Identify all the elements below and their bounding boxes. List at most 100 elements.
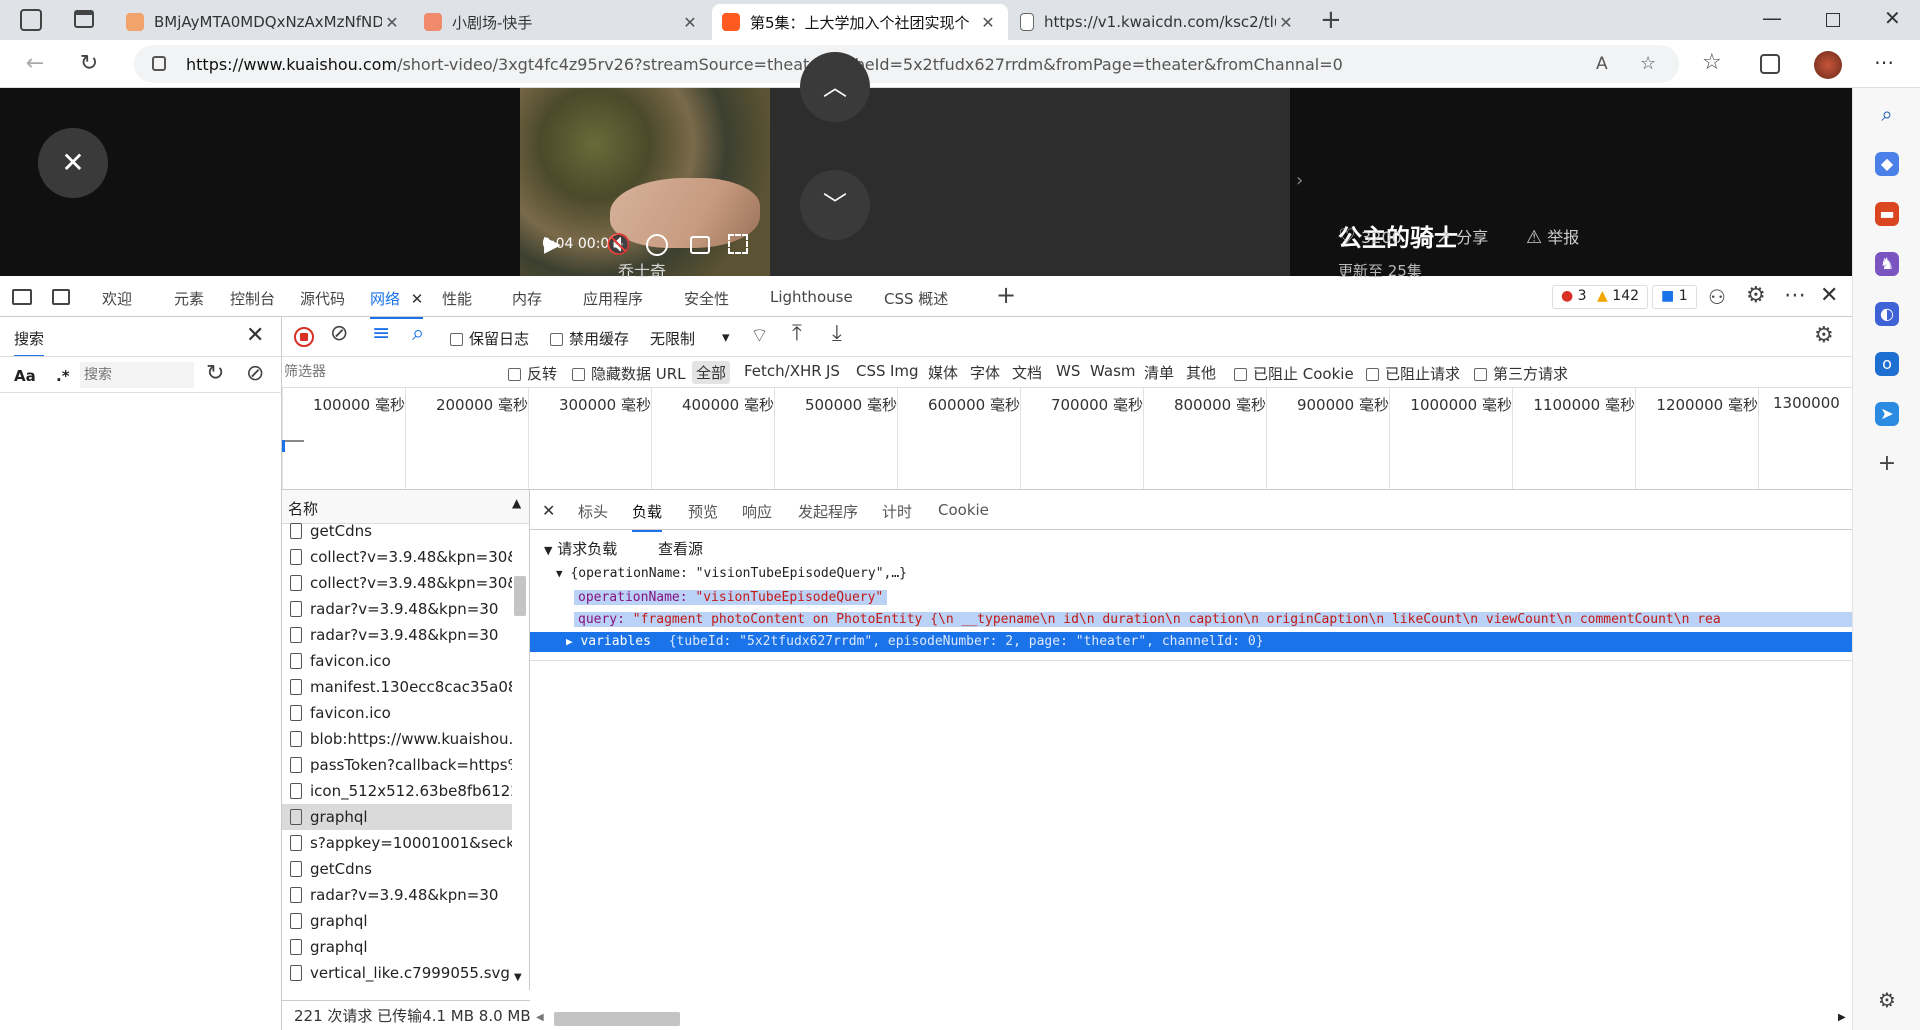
search-network-icon[interactable]: ⌕	[412, 321, 424, 346]
hide-data-url-checkbox[interactable]: 隐藏数据 URL	[572, 363, 686, 384]
tools-icon[interactable]: ▬	[1875, 202, 1899, 226]
request-list-scrollbar[interactable]	[514, 576, 526, 616]
tab-sources[interactable]: 源代码	[300, 288, 345, 309]
request-row[interactable]: radar?v=3.9.48&kpn=30	[282, 596, 512, 622]
send-icon[interactable]: ➤	[1875, 402, 1899, 426]
collections-icon[interactable]	[1760, 54, 1780, 74]
tab-response[interactable]: 响应	[742, 501, 772, 522]
next-episode-button[interactable]: ﹀	[800, 170, 870, 240]
horizontal-scrollbar[interactable]	[554, 1012, 680, 1026]
office-icon[interactable]: ◐	[1875, 302, 1899, 326]
url-field[interactable]: https://www.kuaishou.com/short-video/3xg…	[134, 45, 1679, 83]
import-har-icon[interactable]: ⤒	[792, 321, 802, 346]
close-tab-icon[interactable]: ✕	[680, 13, 700, 32]
blocked-requests-checkbox[interactable]: 已阻止请求	[1366, 363, 1460, 384]
request-row[interactable]: getCdns	[282, 518, 512, 544]
request-row[interactable]: collect?v=3.9.48&kpn=30&_js	[282, 570, 512, 596]
request-row[interactable]: getCdns	[282, 856, 512, 882]
request-row[interactable]: manifest.130ecc8cac35a08aff9	[282, 674, 512, 700]
tab-lighthouse[interactable]: Lighthouse	[770, 288, 853, 306]
share-button[interactable]: ↗ 分享	[1436, 224, 1488, 248]
add-favorite-icon[interactable]: ☆	[1640, 53, 1656, 74]
messages-counter[interactable]: ■ 1	[1652, 285, 1697, 309]
filter-type-other[interactable]: 其他	[1186, 362, 1216, 383]
issues-counter[interactable]: ● 3 ▲ 142	[1552, 285, 1649, 309]
sidebar-settings-icon[interactable]: ⚙	[1875, 988, 1899, 1012]
network-settings-icon[interactable]: ⚙	[1814, 323, 1834, 348]
devtools-more-icon[interactable]: ⋯	[1784, 283, 1806, 308]
filter-type-font[interactable]: 字体	[970, 362, 1000, 383]
network-conditions-icon[interactable]: ⌔	[750, 323, 769, 348]
filter-type-doc[interactable]: 文档	[1012, 362, 1042, 383]
tab-css-overview[interactable]: CSS 概述	[884, 288, 948, 309]
filter-type-manifest[interactable]: 清单	[1144, 362, 1174, 383]
request-row[interactable]: favicon.ico	[282, 648, 512, 674]
request-row[interactable]: blob:https://www.kuaishou.co	[282, 726, 512, 752]
shopping-icon[interactable]: ◆	[1875, 152, 1899, 176]
request-row[interactable]: passToken?callback=https%3A	[282, 752, 512, 778]
tab-2[interactable]: 小剧场-快手 ✕	[414, 4, 710, 40]
tab-3-active[interactable]: 第5集：上大学加入个社团实现个 ✕	[712, 4, 1008, 40]
workspaces-icon[interactable]	[20, 9, 42, 31]
tab-initiator[interactable]: 发起程序	[798, 501, 858, 522]
vertical-tabs-icon[interactable]	[74, 10, 94, 28]
clear-log-icon[interactable]: ⊘	[330, 321, 348, 346]
view-source-link[interactable]: 查看源	[658, 538, 703, 559]
device-toolbar-icon[interactable]	[52, 289, 70, 305]
expand-panel-icon[interactable]: ›	[1296, 170, 1303, 191]
name-column-header[interactable]: 名称	[288, 498, 318, 519]
tab-welcome[interactable]: 欢迎	[102, 288, 132, 309]
scroll-left-arrow-icon[interactable]: ◀	[536, 1012, 544, 1023]
tab-headers[interactable]: 标头	[578, 501, 608, 522]
back-icon[interactable]: ←	[22, 52, 48, 76]
throttle-select[interactable]: 无限制 ▾	[650, 328, 738, 349]
close-tab-icon[interactable]: ✕	[382, 13, 402, 32]
payload-query[interactable]: query: "fragment photoContent on PhotoEn…	[574, 612, 1852, 627]
read-aloud-icon[interactable]: A	[1596, 54, 1608, 74]
request-row[interactable]: icon_512x512.63be8fb6122ec.	[282, 778, 512, 804]
more-tabs-icon[interactable]: +	[996, 281, 1016, 309]
filter-type-css[interactable]: CSS	[856, 362, 886, 380]
scroll-right-arrow-icon[interactable]: ▶	[1838, 1012, 1846, 1023]
devtools-settings-icon[interactable]: ⚙	[1746, 283, 1766, 308]
filter-type-all[interactable]: 全部	[692, 361, 731, 384]
tab-preview[interactable]: 预览	[688, 501, 718, 522]
tab-1[interactable]: BMjAyMTA0MDQxNzAxMzNfNDE ✕	[116, 4, 412, 40]
filter-type-img[interactable]: Img	[890, 362, 919, 380]
export-har-icon[interactable]: ⤓	[832, 321, 842, 346]
tab-application[interactable]: 应用程序	[583, 288, 643, 309]
like-button[interactable]: ♡ 3200	[1338, 224, 1402, 248]
mute-icon[interactable]: 🔇	[606, 232, 631, 256]
scroll-down-arrow-icon[interactable]: ▼	[514, 972, 522, 983]
outlook-icon[interactable]: o	[1875, 352, 1899, 376]
tab-timing[interactable]: 计时	[882, 501, 912, 522]
filter-input[interactable]	[284, 360, 490, 384]
request-row[interactable]: vertical_like.c7999055.svg	[282, 960, 512, 986]
record-button[interactable]	[294, 327, 314, 347]
tab-cookies[interactable]: Cookie	[938, 501, 989, 519]
settings-icon[interactable]	[646, 234, 668, 256]
filter-type-fetch-xhr[interactable]: Fetch/XHR	[744, 362, 822, 380]
restore-icon[interactable]	[1826, 13, 1840, 27]
request-row[interactable]: s?appkey=10001001&seckey=	[282, 830, 512, 856]
connect-device-icon[interactable]: ⚇	[1708, 285, 1726, 309]
refresh-icon[interactable]: ↻	[76, 52, 102, 76]
tab-4[interactable]: https://v1.kwaicdn.com/ksc2/tlur ✕	[1010, 4, 1306, 40]
filter-type-ws[interactable]: WS	[1056, 362, 1080, 380]
filter-type-media[interactable]: 媒体	[928, 362, 958, 383]
filter-type-wasm[interactable]: Wasm	[1090, 362, 1136, 380]
fullscreen-icon[interactable]	[728, 234, 748, 254]
tab-elements[interactable]: 元素	[174, 288, 204, 309]
payload-operation-name[interactable]: operationName: "visionTubeEpisodeQuery"	[574, 590, 888, 605]
search-icon[interactable]: ⌕	[1875, 102, 1899, 126]
lock-icon[interactable]	[152, 56, 166, 71]
close-video-button[interactable]: ✕	[38, 128, 108, 198]
picture-in-picture-icon[interactable]	[690, 236, 710, 254]
request-row[interactable]: radar?v=3.9.48&kpn=30	[282, 882, 512, 908]
close-tab-icon[interactable]: ✕	[411, 290, 424, 308]
request-row[interactable]: graphql	[282, 934, 512, 960]
more-options-icon[interactable]: ⋯	[1874, 50, 1894, 74]
request-row[interactable]: graphql	[282, 908, 512, 934]
tab-performance[interactable]: 性能	[442, 288, 472, 309]
add-sidebar-icon[interactable]: +	[1875, 452, 1899, 476]
